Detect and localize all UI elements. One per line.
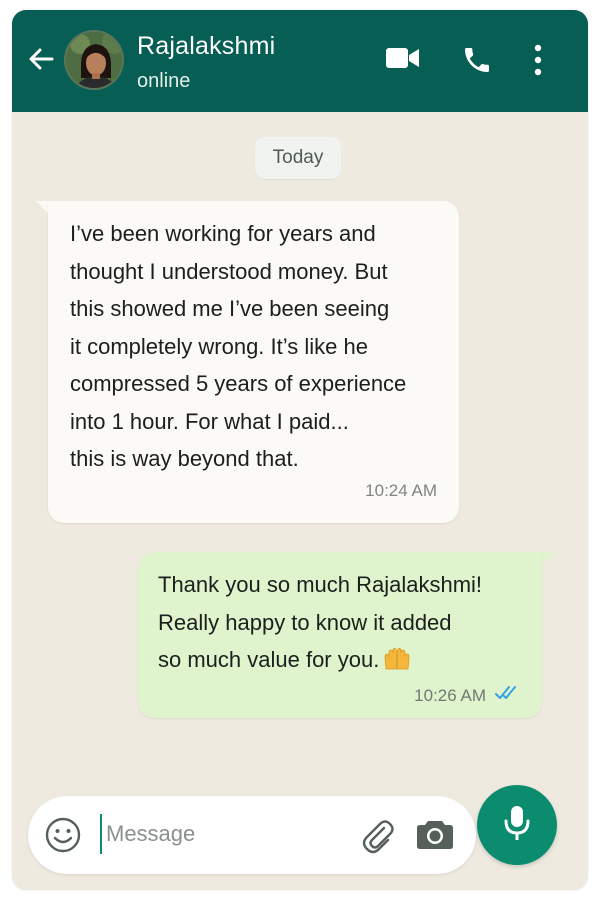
outgoing-message-meta: 10:26 AM bbox=[414, 684, 522, 707]
outgoing-message-body: Thank you so much Rajalakshmi! Really ha… bbox=[158, 572, 483, 672]
paperclip-icon[interactable] bbox=[358, 816, 398, 861]
back-arrow-icon[interactable] bbox=[26, 44, 56, 74]
outgoing-message-bubble[interactable]: Thank you so much Rajalakshmi! Really ha… bbox=[138, 552, 542, 718]
more-vert-icon[interactable] bbox=[532, 44, 544, 81]
outgoing-bubble-tail bbox=[540, 552, 554, 566]
phone-icon[interactable] bbox=[461, 44, 493, 81]
outgoing-message-time: 10:26 AM bbox=[414, 685, 486, 705]
contact-status: online bbox=[137, 70, 191, 92]
smiley-icon[interactable] bbox=[44, 816, 82, 859]
mic-button[interactable] bbox=[477, 785, 557, 865]
read-receipt-double-check-icon bbox=[494, 684, 522, 707]
incoming-message-bubble[interactable]: I’ve been working for years and thought … bbox=[48, 201, 459, 523]
incoming-message-text: I’ve been working for years and thought … bbox=[70, 221, 407, 471]
avatar[interactable] bbox=[64, 30, 124, 90]
raising-hands-emoji-icon bbox=[383, 645, 411, 670]
video-call-icon[interactable] bbox=[385, 44, 421, 77]
date-divider: Today bbox=[255, 137, 341, 179]
message-composer bbox=[28, 796, 476, 874]
incoming-message-time: 10:24 AM bbox=[365, 481, 437, 500]
contact-name[interactable]: Rajalakshmi bbox=[137, 32, 275, 61]
outgoing-message-text: Thank you so much Rajalakshmi! Really ha… bbox=[158, 566, 528, 679]
chat-header: Rajalakshmi online bbox=[12, 10, 588, 112]
camera-icon[interactable] bbox=[416, 816, 454, 857]
chat-screen: Rajalakshmi online Today I’ve been worki… bbox=[12, 10, 588, 890]
message-input[interactable] bbox=[100, 814, 320, 854]
message-list: Today I’ve been working for years and th… bbox=[12, 112, 588, 890]
mic-icon bbox=[502, 803, 532, 848]
